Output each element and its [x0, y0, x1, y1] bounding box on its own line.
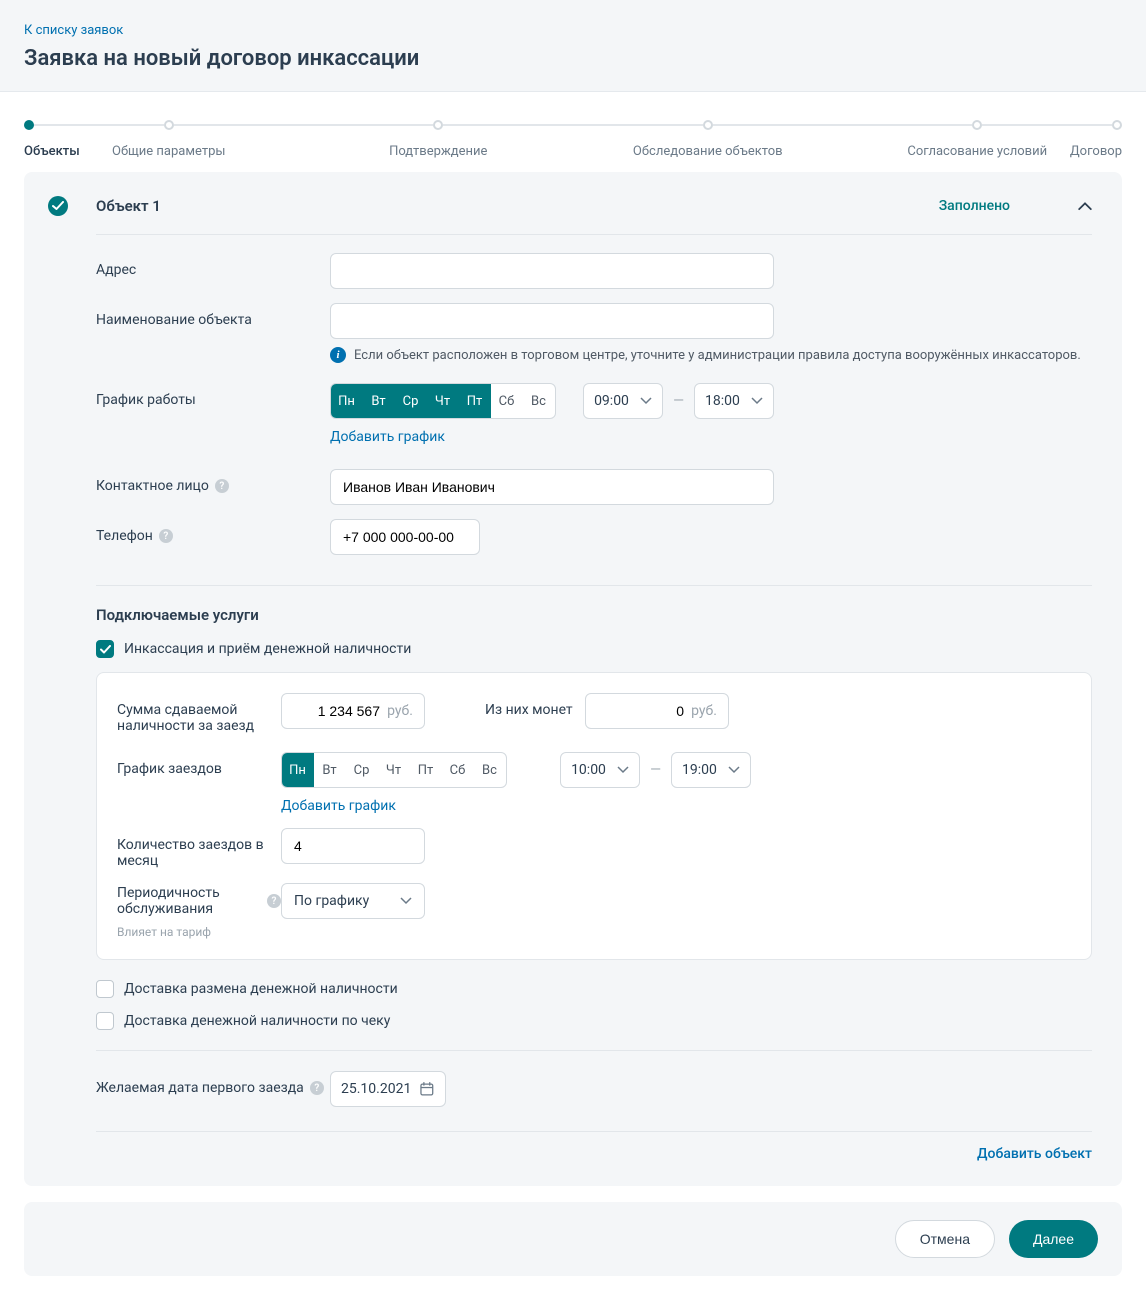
collection-settings-card: Сумма сдаваемой наличности за заезд руб.… — [96, 672, 1092, 960]
back-link[interactable]: К списку заявок — [24, 23, 123, 38]
checkbox-change-delivery-label: Доставка размена денежной наличности — [124, 981, 398, 997]
time-dash: — — [673, 393, 684, 409]
footer-bar: Отмена Далее — [24, 1202, 1122, 1276]
visits-per-month-label: Количество заездов в месяц — [117, 828, 281, 869]
step-dot-general[interactable] — [164, 120, 174, 130]
info-note-text: Если объект расположен в торговом центре… — [354, 347, 1081, 365]
contact-input[interactable] — [330, 469, 774, 505]
cancel-button[interactable]: Отмена — [895, 1220, 995, 1258]
phone-input[interactable] — [330, 519, 480, 555]
add-object-link[interactable]: Добавить объект — [977, 1146, 1092, 1162]
page-header: К списку заявок Заявка на новый договор … — [0, 0, 1146, 92]
divider — [96, 585, 1092, 586]
visit-day-mon[interactable]: Пн — [282, 753, 314, 787]
object-name-input[interactable] — [330, 303, 774, 339]
periodicity-select[interactable]: По графику — [281, 883, 425, 919]
visit-day-sat[interactable]: Сб — [442, 753, 474, 787]
visit-day-thu[interactable]: Чт — [378, 753, 410, 787]
checkbox-check-delivery-label: Доставка денежной наличности по чеку — [124, 1013, 390, 1029]
work-time-from[interactable]: 09:00 — [583, 383, 663, 419]
work-time-to-value: 18:00 — [705, 393, 740, 409]
schedule-label: График работы — [96, 383, 330, 408]
first-visit-date-input[interactable]: 25.10.2021 — [330, 1071, 446, 1107]
help-icon[interactable]: ? — [310, 1081, 324, 1095]
step-label-terms: Согласование условий — [907, 144, 1047, 159]
currency-suffix: руб. — [387, 703, 413, 719]
chevron-down-icon — [400, 893, 412, 909]
time-dash: — — [650, 762, 661, 778]
step-dot-survey[interactable] — [703, 120, 713, 130]
checkbox-collection[interactable] — [96, 640, 114, 658]
day-mon[interactable]: Пн — [331, 384, 363, 418]
step-dot-confirm[interactable] — [433, 120, 443, 130]
chevron-up-icon — [1078, 201, 1092, 210]
divider — [96, 1050, 1092, 1051]
address-input[interactable] — [330, 253, 774, 289]
step-label-general: Общие параметры — [112, 144, 225, 159]
checkbox-change-delivery[interactable] — [96, 980, 114, 998]
visit-day-sun[interactable]: Вс — [474, 753, 506, 787]
next-button[interactable]: Далее — [1009, 1220, 1098, 1258]
work-time-from-value: 09:00 — [594, 393, 629, 409]
cash-sum-label: Сумма сдаваемой наличности за заезд — [117, 693, 281, 734]
step-label-objects: Объекты — [24, 144, 80, 159]
visit-days-selector: Пн Вт Ср Чт Пт Сб Вс — [281, 752, 507, 788]
visit-time-to[interactable]: 19:00 — [671, 752, 751, 788]
address-label: Адрес — [96, 253, 330, 278]
visit-day-tue[interactable]: Вт — [314, 753, 346, 787]
step-label-contract: Договор — [1070, 144, 1122, 159]
periodicity-label: Периодичность обслуживания ? Влияет на т… — [117, 883, 281, 939]
day-wed[interactable]: Ср — [395, 384, 427, 418]
contact-label: Контактное лицо ? — [96, 469, 330, 494]
step-dot-objects[interactable] — [24, 120, 34, 130]
phone-label: Телефон ? — [96, 519, 330, 544]
help-icon[interactable]: ? — [159, 529, 173, 543]
info-icon: i — [330, 347, 346, 363]
stepper: Объекты Общие параметры Подтверждение — [0, 92, 1146, 144]
add-visit-schedule-link[interactable]: Добавить график — [281, 798, 396, 814]
visit-time-from[interactable]: 10:00 — [560, 752, 640, 788]
status-filled: Заполнено — [939, 198, 1010, 214]
checkbox-collection-label: Инкассация и приём денежной наличности — [124, 641, 411, 657]
visit-schedule-label: График заездов — [117, 752, 281, 777]
chevron-down-icon — [751, 393, 763, 409]
day-tue[interactable]: Вт — [363, 384, 395, 418]
object-card: Объект 1 Заполнено Адрес Наименова — [24, 172, 1122, 1186]
first-visit-label: Желаемая дата первого заезда ? — [96, 1071, 330, 1096]
check-icon — [48, 196, 68, 216]
currency-suffix: руб. — [691, 703, 717, 719]
divider — [96, 1131, 1092, 1132]
day-fri[interactable]: Пт — [459, 384, 491, 418]
step-label-survey: Обследование объектов — [633, 144, 783, 159]
chevron-down-icon — [640, 393, 652, 409]
coins-label: Из них монет — [485, 693, 585, 718]
work-time-to[interactable]: 18:00 — [694, 383, 774, 419]
help-icon[interactable]: ? — [215, 479, 229, 493]
chevron-down-icon — [617, 762, 629, 778]
help-icon[interactable]: ? — [267, 894, 281, 908]
step-dot-contract[interactable] — [1112, 120, 1122, 130]
visits-per-month-input[interactable] — [281, 828, 425, 864]
step-label-confirm: Подтверждение — [389, 144, 487, 159]
services-title: Подключаемые услуги — [96, 606, 1092, 624]
checkbox-check-delivery[interactable] — [96, 1012, 114, 1030]
page-title: Заявка на новый договор инкассации — [24, 46, 1122, 71]
chevron-down-icon — [728, 762, 740, 778]
day-sun[interactable]: Вс — [523, 384, 555, 418]
collapse-toggle[interactable] — [1078, 199, 1092, 213]
day-thu[interactable]: Чт — [427, 384, 459, 418]
calendar-icon — [419, 1081, 435, 1097]
visit-day-wed[interactable]: Ср — [346, 753, 378, 787]
step-dot-terms[interactable] — [972, 120, 982, 130]
day-sat[interactable]: Сб — [491, 384, 523, 418]
object-name-label: Наименование объекта — [96, 303, 330, 328]
work-days-selector: Пн Вт Ср Чт Пт Сб Вс — [330, 383, 556, 419]
visit-day-fri[interactable]: Пт — [410, 753, 442, 787]
object-title: Объект 1 — [96, 197, 911, 215]
add-schedule-link[interactable]: Добавить график — [330, 429, 445, 445]
